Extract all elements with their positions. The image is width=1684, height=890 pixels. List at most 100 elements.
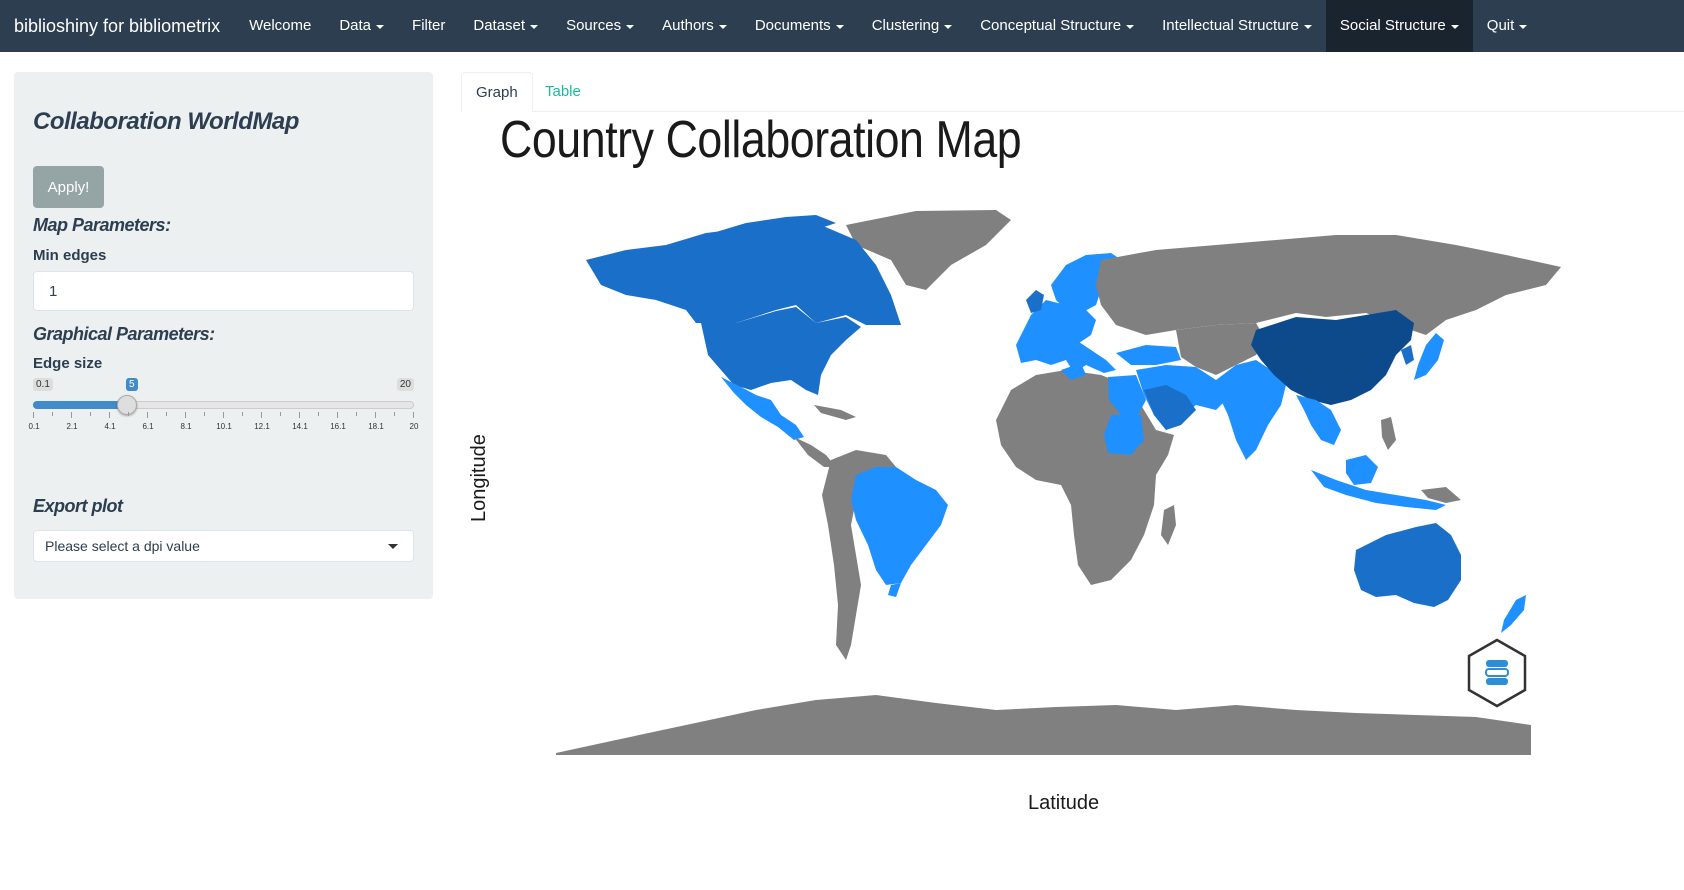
nav-item-sources[interactable]: Sources (552, 0, 648, 52)
caret-down-icon (1126, 25, 1135, 29)
map-region-central-america (794, 437, 836, 467)
nav-item-conceptual-structure[interactable]: Conceptual Structure (966, 0, 1148, 52)
nav-item-social-structure[interactable]: Social Structure (1325, 0, 1473, 52)
slider-tick (337, 412, 338, 418)
slider-tick (261, 412, 262, 418)
edge-size-slider[interactable]: 0.1 5 20 0.1 2.1 4.1 6.1 8.1 10.1 12.1 14.1 16.1… (28, 376, 418, 436)
nav-item-label: Sources (566, 17, 622, 34)
map-region-australia (1354, 523, 1461, 607)
slider-tick (52, 412, 53, 416)
slider-tick (90, 412, 91, 416)
slider-tick-label: 12.1 (254, 422, 270, 431)
caret-down-icon (626, 25, 635, 29)
map-region-turkey (1116, 345, 1181, 365)
min-edges-input[interactable] (33, 271, 414, 311)
nav-menu: Welcome Data Filter Dataset Sources Authors Do… (235, 0, 1541, 52)
nav-item-label: Documents (754, 17, 831, 34)
slider-value-label: 5 (126, 378, 138, 391)
nav-item-label: Welcome (249, 17, 312, 34)
export-plot-heading: Export plot (33, 496, 123, 516)
slider-tick (204, 412, 205, 416)
slider-tick (318, 412, 319, 416)
plot-title: Country Collaboration Map (500, 111, 1022, 169)
tab-graph[interactable]: Graph (461, 72, 533, 113)
slider-tick (185, 412, 186, 418)
bibliometrix-logo (1467, 638, 1527, 708)
top-navbar: biblioshiny for bibliometrix Welcome Data… (0, 0, 1684, 52)
nav-item-label: Clustering (871, 17, 940, 34)
dpi-select-value: Please select a dpi value (45, 538, 200, 554)
slider-tick (413, 412, 414, 418)
nav-item-label: Data (339, 17, 372, 34)
slider-tick (128, 412, 129, 416)
caret-down-icon (835, 25, 844, 29)
map-parameters-heading: Map Parameters: (33, 215, 171, 235)
slider-tick (109, 412, 110, 418)
nav-item-authors[interactable]: Authors (648, 0, 741, 52)
slider-tick (280, 412, 281, 416)
caret-down-icon (376, 25, 385, 29)
sidebar-panel: Collaboration WorldMap Apply! Map Parame… (14, 72, 433, 599)
slider-fill (33, 401, 127, 409)
slider-tick-label: 0.1 (28, 422, 40, 431)
slider-tick-label: 20 (409, 422, 419, 431)
map-region-japan (1414, 333, 1444, 380)
nav-item-label: Filter (412, 17, 446, 34)
slider-tick (166, 412, 167, 416)
sidebar-title: Collaboration WorldMap (33, 108, 299, 135)
slider-tick (356, 412, 357, 416)
graphical-parameters-heading: Graphical Parameters: (33, 324, 215, 344)
slider-tick (147, 412, 148, 418)
map-region-philippines (1381, 417, 1396, 450)
caret-down-icon (1450, 25, 1459, 29)
nav-item-intellectual-structure[interactable]: Intellectual Structure (1148, 0, 1326, 52)
slider-tick-label: 18.1 (368, 422, 384, 431)
map-region-mexico (721, 377, 804, 440)
map-region-africa (996, 370, 1174, 585)
caret-down-icon (1519, 25, 1528, 29)
nav-item-label: Dataset (473, 17, 526, 34)
slider-min-label: 0.1 (33, 378, 53, 391)
map-region-uruguay (888, 583, 901, 597)
nav-item-documents[interactable]: Documents (741, 0, 858, 52)
nav-item-data[interactable]: Data (325, 0, 398, 52)
nav-item-label: Conceptual Structure (980, 17, 1122, 34)
caret-down-icon (718, 25, 727, 29)
nav-item-label: Quit (1486, 17, 1515, 34)
map-region-borneo (1346, 455, 1378, 485)
slider-tick-label: 10.1 (216, 422, 232, 431)
map-region-new-zealand (1501, 595, 1526, 633)
chevron-down-icon (388, 544, 398, 549)
map-region-madagascar (1161, 505, 1176, 545)
nav-item-label: Authors (662, 17, 714, 34)
world-map (556, 210, 1561, 755)
nav-item-quit[interactable]: Quit (1473, 0, 1542, 52)
slider-tick-label: 4.1 (104, 422, 116, 431)
map-region-brazil (851, 467, 948, 585)
slider-tick-label: 6.1 (142, 422, 154, 431)
slider-tick (223, 412, 224, 418)
slider-ticks (33, 412, 414, 420)
nav-item-clustering[interactable]: Clustering (858, 0, 967, 52)
nav-item-dataset[interactable]: Dataset (459, 0, 552, 52)
edge-size-label: Edge size (33, 355, 103, 372)
app-brand[interactable]: biblioshiny for bibliometrix (0, 0, 235, 52)
map-region-antarctica (556, 695, 1531, 755)
apply-button[interactable]: Apply! (33, 166, 104, 208)
dpi-select[interactable]: Please select a dpi value (33, 530, 414, 562)
tab-bar: Graph Table (461, 72, 1684, 113)
slider-tick-label: 14.1 (292, 422, 308, 431)
slider-tick (299, 412, 300, 418)
nav-item-label: Social Structure (1339, 17, 1446, 34)
nav-item-welcome[interactable]: Welcome (235, 0, 325, 52)
slider-tick (375, 412, 376, 418)
tab-table[interactable]: Table (531, 72, 595, 112)
map-region-caribbean (814, 405, 856, 420)
min-edges-label: Min edges (33, 247, 107, 264)
nav-item-filter[interactable]: Filter (398, 0, 459, 52)
slider-tick (71, 412, 72, 418)
slider-max-label: 20 (396, 378, 414, 391)
x-axis-label: Latitude (1028, 792, 1100, 814)
slider-tick-label: 16.1 (330, 422, 346, 431)
slider-tick (242, 412, 243, 416)
